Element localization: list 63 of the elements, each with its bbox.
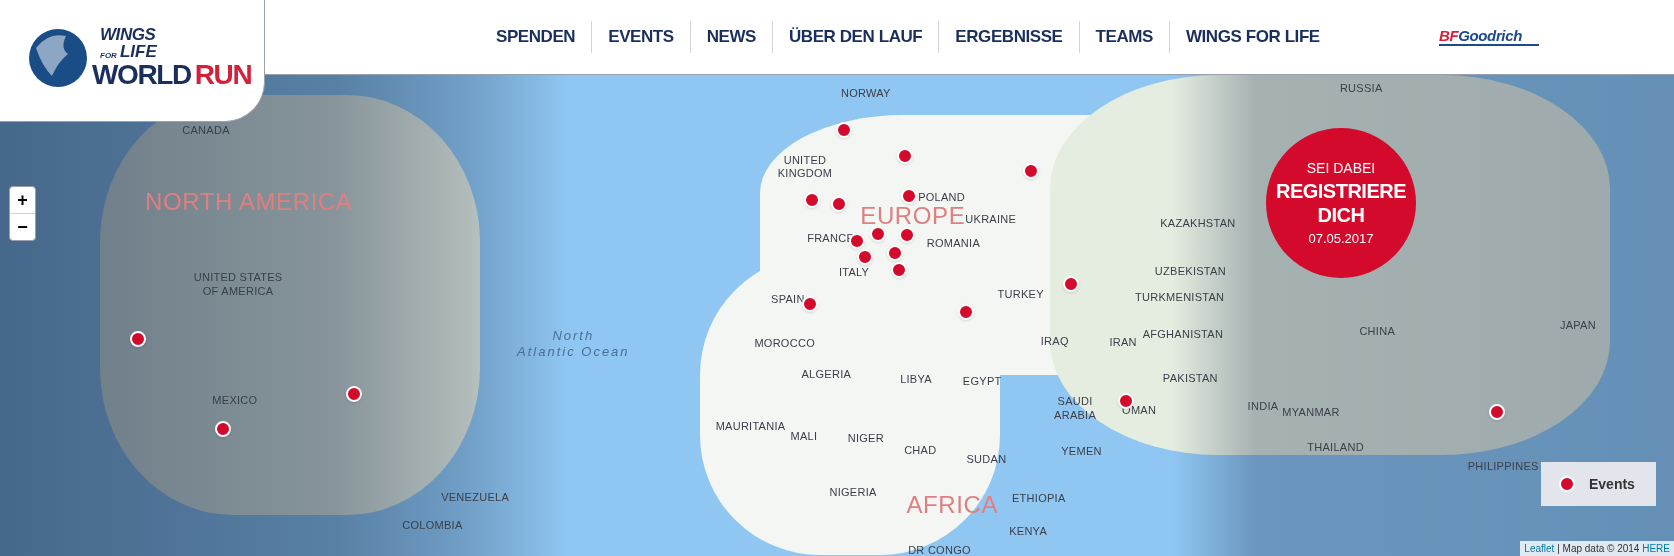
country-label: TURKMENISTAN xyxy=(1135,291,1225,305)
country-label: UZBEKISTAN xyxy=(1154,265,1226,280)
country-label: MALI xyxy=(790,429,818,444)
country-label: RUSSIA xyxy=(1339,81,1383,96)
country-label: NIGERIA xyxy=(829,486,877,501)
country-label: VENEZUELA xyxy=(441,490,509,505)
nav-link[interactable]: SPENDEN xyxy=(480,24,592,50)
country-label: FRANCE xyxy=(807,232,854,246)
country-label: IRAQ xyxy=(1040,334,1069,349)
country-label: SUDAN xyxy=(966,453,1007,467)
country-label: MYANMAR xyxy=(1282,406,1340,421)
country-label: THAILAND xyxy=(1307,441,1364,456)
map-attribution: Leaflet | Map data © 2014 HERE xyxy=(1520,541,1674,556)
ocean-label: North Atlantic Ocean xyxy=(517,327,630,360)
sponsor-logo: BFGoodrich xyxy=(1439,28,1539,46)
country-label: CHINA xyxy=(1359,325,1395,339)
country-label: AFGHANISTAN xyxy=(1142,328,1224,343)
zoom-in-button[interactable]: + xyxy=(10,187,35,214)
legend-label: Events xyxy=(1589,474,1635,494)
nav-link[interactable]: ERGEBNISSE xyxy=(939,24,1079,50)
country-label: IRAN xyxy=(1109,335,1137,350)
country-label: YEMEN xyxy=(1061,444,1102,459)
country-label: ITALY xyxy=(838,266,870,281)
country-label: NIGER xyxy=(847,431,884,446)
event-marker-icon[interactable] xyxy=(802,296,819,313)
country-label: MAURITANIA xyxy=(715,420,786,434)
country-label: SAUDI ARABIA xyxy=(1054,395,1097,423)
badge-title: REGISTRIERE DICH xyxy=(1274,178,1408,227)
country-label: ROMANIA xyxy=(926,237,980,252)
badge-kicker: SEI DABEI xyxy=(1306,158,1376,178)
country-label: INDIA xyxy=(1247,399,1279,414)
here-link[interactable]: HERE xyxy=(1642,543,1670,554)
zoom-out-button[interactable]: − xyxy=(10,213,35,240)
country-label: SPAIN xyxy=(771,293,805,307)
country-label: KAZAKHSTAN xyxy=(1160,217,1236,232)
leaflet-link[interactable]: Leaflet xyxy=(1524,543,1555,554)
country-label: EGYPT xyxy=(962,375,1002,390)
nav-link[interactable]: WINGS FOR LIFE xyxy=(1169,24,1336,50)
country-label: COLOMBIA xyxy=(402,519,463,534)
country-label: MEXICO xyxy=(212,394,258,409)
badge-date: 07.05.2017 xyxy=(1308,229,1374,248)
country-label: KENYA xyxy=(1009,524,1047,539)
country-label: PHILIPPINES xyxy=(1467,459,1539,474)
country-label: LIBYA xyxy=(900,373,932,387)
continent-label: NORTH AMERICA xyxy=(145,186,353,217)
country-label: NORWAY xyxy=(840,87,891,101)
nav-link[interactable]: TEAMS xyxy=(1079,24,1169,50)
nav-link[interactable]: EVENTS xyxy=(592,24,690,50)
country-label: MOROCCO xyxy=(754,336,815,351)
country-label: PAKISTAN xyxy=(1162,372,1218,386)
country-label: TURKEY xyxy=(997,287,1044,302)
event-marker-icon xyxy=(1559,476,1575,492)
country-label: CHAD xyxy=(904,443,937,458)
event-marker-icon[interactable] xyxy=(836,122,853,139)
nav-link[interactable]: NEWS xyxy=(690,24,772,50)
country-label: UKRAINE xyxy=(965,213,1017,227)
country-label: UNITED STATES OF AMERICA xyxy=(193,271,283,299)
country-label: ETHIOPIA xyxy=(1012,491,1066,506)
nav-link[interactable]: ÜBER DEN LAUF xyxy=(773,24,939,50)
country-label: UNITED KINGDOM xyxy=(777,153,833,182)
country-label: ALGERIA xyxy=(801,367,852,382)
country-label: JAPAN xyxy=(1559,318,1596,333)
country-label: CANADA xyxy=(182,124,230,139)
